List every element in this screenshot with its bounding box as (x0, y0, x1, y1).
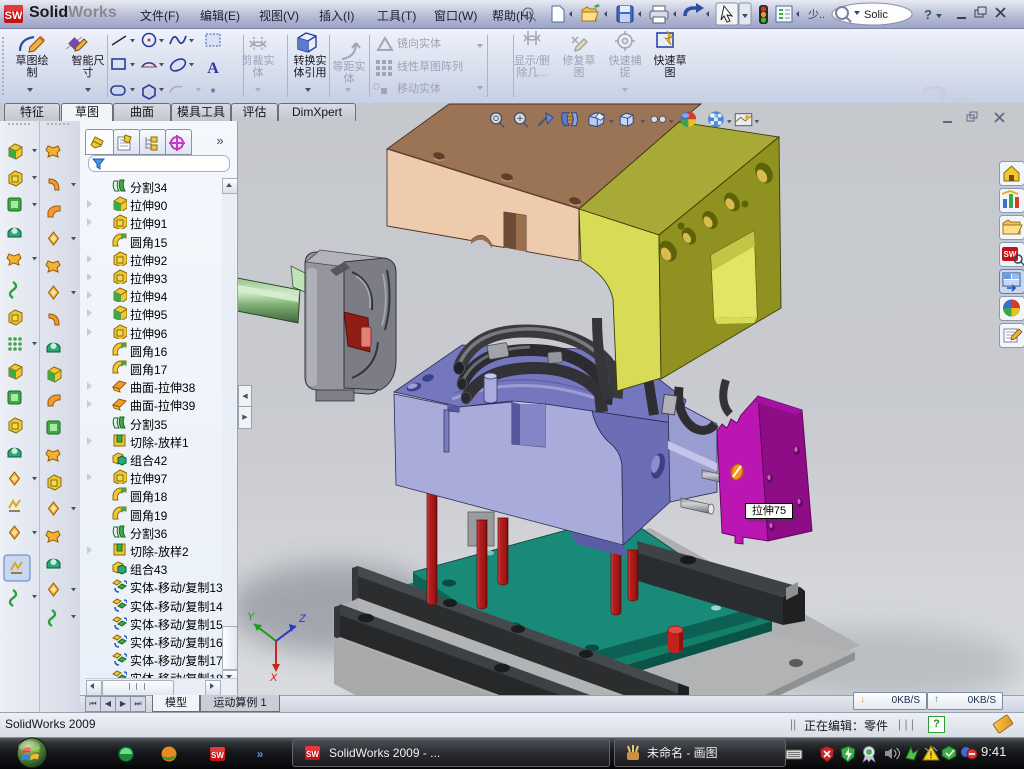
svg-text:X: X (269, 672, 278, 684)
svg-text:少..: 少.. (808, 8, 825, 21)
svg-text:Solic: Solic (864, 9, 888, 21)
svg-text:SW: SW (306, 750, 319, 759)
svg-text:SW: SW (5, 10, 23, 22)
svg-text:SW: SW (211, 751, 224, 760)
svg-text:?: ? (924, 7, 932, 22)
svg-text:Z: Z (298, 613, 307, 625)
svg-text:3s: 3s (916, 71, 974, 103)
svg-text:Y: Y (247, 611, 255, 623)
svg-text:»: » (257, 747, 264, 761)
